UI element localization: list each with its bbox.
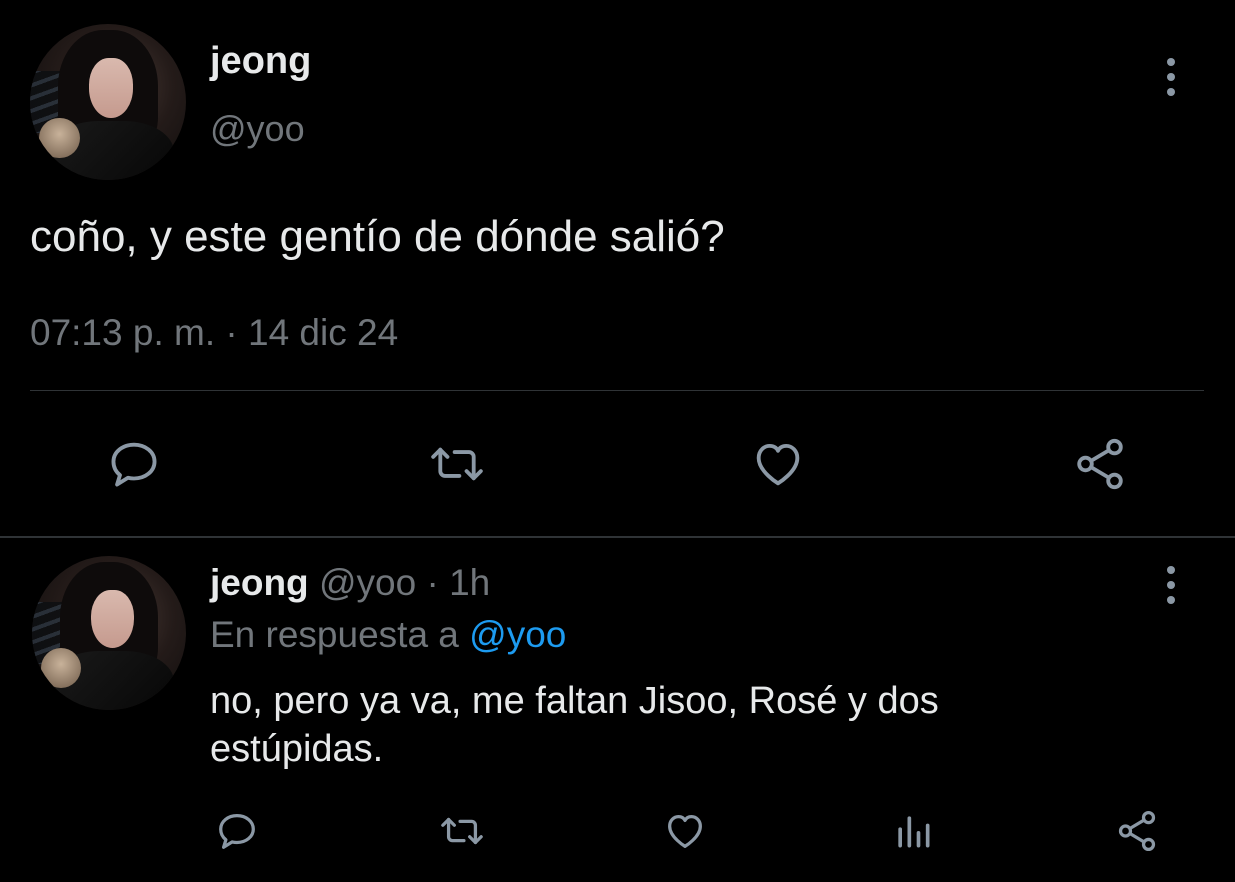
reply-mention[interactable]: @yoo	[469, 614, 566, 655]
author-handle[interactable]: @yoo	[210, 108, 305, 150]
reply-share-icon[interactable]	[1112, 806, 1162, 856]
reply-author-handle[interactable]: @yoo	[319, 562, 416, 603]
more-options-icon[interactable]	[1164, 58, 1178, 96]
reply-separator: ·	[426, 562, 439, 603]
reply-text-line-2: estúpidas.	[210, 728, 384, 770]
avatar[interactable]	[30, 24, 186, 180]
reply-like-icon[interactable]	[660, 806, 710, 856]
tweet-timestamp[interactable]: 07:13 p. m. · 14 dic 24	[30, 312, 398, 354]
reply-header: jeong @yoo · 1h	[210, 562, 490, 604]
reply-analytics-icon[interactable]	[888, 806, 938, 856]
reply-more-options-icon[interactable]	[1164, 566, 1178, 604]
reply-retweet-icon[interactable]	[436, 806, 488, 856]
divider	[30, 390, 1204, 391]
share-icon[interactable]	[1068, 432, 1132, 496]
reply-author-name[interactable]: jeong	[210, 562, 309, 603]
retweet-icon[interactable]	[424, 432, 490, 496]
reply-icon[interactable]	[102, 432, 166, 496]
reply-time[interactable]: 1h	[449, 562, 490, 603]
reply-text-line-1: no, pero ya va, me faltan Jisoo, Rosé y …	[210, 680, 939, 722]
reply-avatar[interactable]	[32, 556, 186, 710]
reply-context: En respuesta a @yoo	[210, 614, 566, 656]
reply-prefix: En respuesta a	[210, 614, 459, 655]
author-name[interactable]: jeong	[210, 40, 311, 83]
reply-reply-icon[interactable]	[212, 806, 262, 856]
section-divider	[0, 536, 1235, 538]
tweet-text: coño, y este gentío de dónde salió?	[30, 212, 725, 261]
like-icon[interactable]	[746, 432, 810, 496]
